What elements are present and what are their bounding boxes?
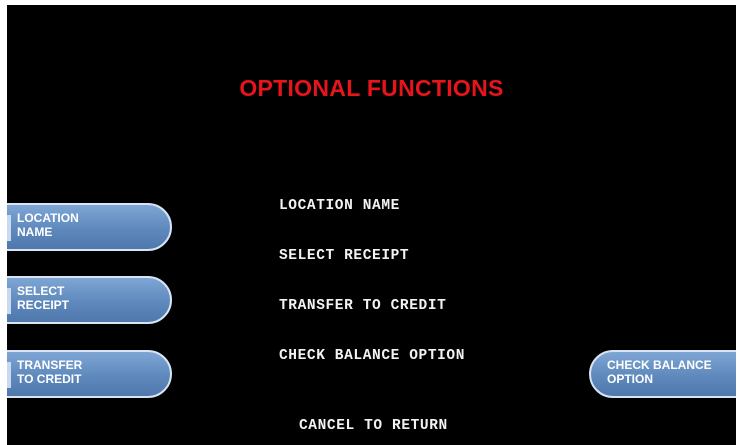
page-title: OPTIONAL FUNCTIONS [239,75,504,101]
menu-line-select-receipt: SELECT RECEIPT [279,248,410,264]
location-name-button-line2: NAME [17,225,53,239]
select-receipt-button[interactable]: SELECT RECEIPT [7,276,172,324]
button-edge [7,362,11,388]
location-name-button[interactable]: LOCATION NAME [7,203,172,251]
check-balance-option-button[interactable]: CHECK BALANCE OPTION [589,350,736,398]
transfer-to-credit-button[interactable]: TRANSFER TO CREDIT [7,350,172,398]
check-balance-option-button-line1: CHECK BALANCE [607,358,712,372]
location-name-button-line1: LOCATION [17,211,79,225]
menu-line-transfer-to-credit: TRANSFER TO CREDIT [279,298,447,314]
select-receipt-button-line1: SELECT [17,284,65,298]
atm-screen: OPTIONAL FUNCTIONS LOCATION NAME SELECT … [7,5,736,445]
check-balance-option-button-line2: OPTION [607,372,654,386]
menu-line-check-balance-option: CHECK BALANCE OPTION [279,348,466,364]
select-receipt-button-line2: RECEIPT [17,298,70,312]
button-edge [7,288,11,314]
button-edge [7,215,11,241]
transfer-to-credit-button-line1: TRANSFER [17,358,83,372]
menu-line-location-name: LOCATION NAME [279,198,400,214]
transfer-to-credit-button-line2: TO CREDIT [17,372,82,386]
cancel-instruction: CANCEL TO RETURN [299,418,448,434]
